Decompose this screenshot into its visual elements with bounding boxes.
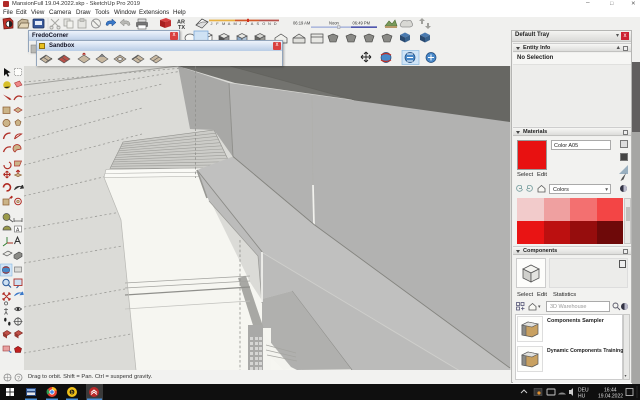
svg-text:J: J [245,21,247,26]
svg-text:19.04.2022: 19.04.2022 [598,394,623,400]
svg-text:F: F [216,21,219,26]
svg-text:J: J [239,21,241,26]
svg-text:A: A [228,21,231,26]
svg-text:06:49 PM: 06:49 PM [353,21,371,26]
svg-text:Noon: Noon [329,21,340,26]
svg-text:J: J [211,21,213,26]
svg-text:N: N [268,21,271,26]
svg-text:M: M [222,21,225,26]
svg-text:HU: HU [578,394,586,400]
svg-text:M: M [234,21,237,26]
svg-text:b: b [71,390,74,396]
svg-text:A: A [251,21,254,26]
svg-text:D: D [274,21,277,26]
svg-text:06:19 AM: 06:19 AM [293,21,311,26]
svg-text:O: O [262,21,265,26]
svg-text:S: S [257,21,260,26]
svg-text:?: ? [17,376,20,382]
